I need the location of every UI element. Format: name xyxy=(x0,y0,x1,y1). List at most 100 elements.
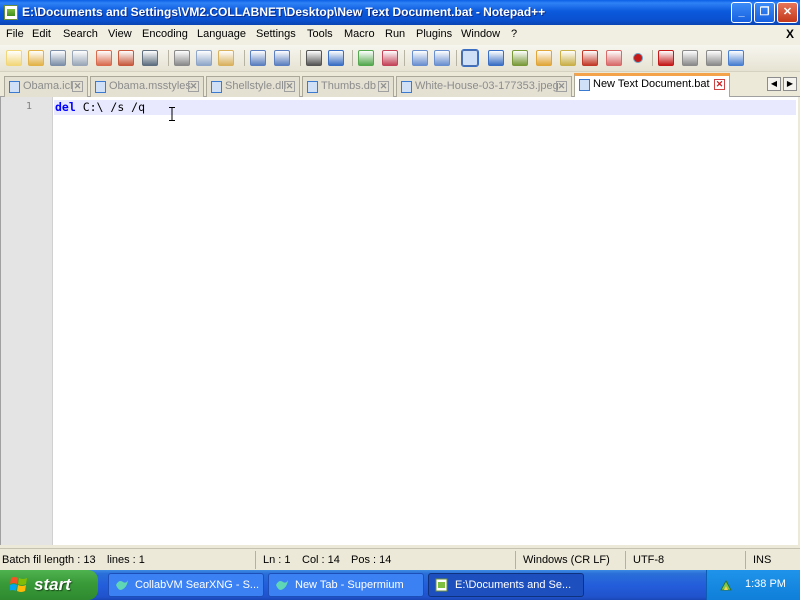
close-button[interactable]: ✕ xyxy=(777,2,798,23)
network-icon[interactable] xyxy=(719,578,733,592)
replace-icon[interactable] xyxy=(328,50,344,66)
monitoring-icon[interactable] xyxy=(606,50,622,66)
tab-new-text-document-bat[interactable]: New Text Document.bat ✕ xyxy=(574,73,730,97)
indent-guide-icon[interactable] xyxy=(512,50,528,66)
menu-help[interactable]: ? xyxy=(511,28,517,40)
run-macro-multiple-icon[interactable] xyxy=(706,50,722,66)
redo-icon[interactable] xyxy=(274,50,290,66)
file-icon xyxy=(95,81,106,93)
status-col: Col : 14 xyxy=(302,554,340,566)
status-separator xyxy=(625,551,626,569)
menu-edit[interactable]: Edit xyxy=(32,28,51,40)
close-all-icon[interactable] xyxy=(118,50,134,66)
supermium-icon xyxy=(116,580,128,590)
save-macro-icon[interactable] xyxy=(728,50,744,66)
undo-icon[interactable] xyxy=(250,50,266,66)
menu-language[interactable]: Language xyxy=(197,28,246,40)
menu-search[interactable]: Search xyxy=(63,28,98,40)
save-icon[interactable] xyxy=(50,50,66,66)
status-file-length: Batch fil length : 13 xyxy=(2,554,96,566)
menu-macro[interactable]: Macro xyxy=(344,28,375,40)
menu-plugins[interactable]: Plugins xyxy=(416,28,452,40)
menu-bar: File Edit Search View Encoding Language … xyxy=(0,25,800,45)
file-icon xyxy=(401,81,412,93)
save-all-icon[interactable] xyxy=(72,50,88,66)
taskbar-button-notepad[interactable]: E:\Documents and Se... xyxy=(428,573,584,597)
show-all-chars-icon[interactable] xyxy=(488,50,504,66)
stop-macro-icon[interactable] xyxy=(658,50,674,66)
toolbar-separator xyxy=(404,50,405,66)
tab-label: Thumbs.db xyxy=(321,80,377,92)
new-file-icon[interactable] xyxy=(6,50,22,66)
close-icon[interactable] xyxy=(96,50,112,66)
title-bar[interactable]: E:\Documents and Settings\VM2.COLLABNET\… xyxy=(0,0,800,25)
file-icon xyxy=(9,81,20,93)
tab-close-icon[interactable]: ✕ xyxy=(72,81,83,92)
tab-close-icon[interactable]: ✕ xyxy=(714,79,725,90)
toolbar-separator xyxy=(352,50,353,66)
clock[interactable]: 1:38 PM xyxy=(745,578,786,590)
cut-icon[interactable] xyxy=(174,50,190,66)
menu-run[interactable]: Run xyxy=(385,28,405,40)
command-args: C:\ /s /q xyxy=(75,100,146,114)
menu-window[interactable]: Window xyxy=(461,28,500,40)
function-list-icon[interactable] xyxy=(560,50,576,66)
copy-icon[interactable] xyxy=(196,50,212,66)
tab-bar: Obama.icl ✕ Obama.msstyles ✕ Shellstyle.… xyxy=(0,72,800,97)
folder-workspace-icon[interactable] xyxy=(582,50,598,66)
menu-file[interactable]: File xyxy=(6,28,24,40)
notepad-window: E:\Documents and Settings\VM2.COLLABNET\… xyxy=(0,0,800,570)
menu-tools[interactable]: Tools xyxy=(307,28,333,40)
tab-obama-icl[interactable]: Obama.icl ✕ xyxy=(4,76,88,97)
tab-white-house-jpeg[interactable]: White-House-03-177353.jpeg ✕ xyxy=(396,76,572,97)
paste-icon[interactable] xyxy=(218,50,234,66)
start-button[interactable]: start xyxy=(0,570,98,600)
line-number: 1 xyxy=(25,101,32,112)
taskbar-button-new-tab[interactable]: New Tab - Supermium xyxy=(268,573,424,597)
menu-view[interactable]: View xyxy=(108,28,132,40)
menu-settings[interactable]: Settings xyxy=(256,28,296,40)
word-wrap-icon[interactable] xyxy=(461,49,479,67)
editor-area[interactable]: 1 del C:\ /s /q xyxy=(0,97,798,545)
sync-vertical-icon[interactable] xyxy=(412,50,428,66)
tab-scroll-left-button[interactable]: ◀ xyxy=(767,77,781,91)
windows-logo-icon xyxy=(10,577,27,592)
record-macro-icon[interactable] xyxy=(633,53,643,63)
sync-horizontal-icon[interactable] xyxy=(434,50,450,66)
tab-close-icon[interactable]: ✕ xyxy=(378,81,389,92)
tab-thumbs-db[interactable]: Thumbs.db ✕ xyxy=(302,76,394,97)
keyword-del: del xyxy=(55,100,76,114)
status-encoding[interactable]: UTF-8 xyxy=(633,554,664,566)
doc-map-icon[interactable] xyxy=(536,50,552,66)
zoom-in-icon[interactable] xyxy=(358,50,374,66)
menu-encoding[interactable]: Encoding xyxy=(142,28,188,40)
status-eol[interactable]: Windows (CR LF) xyxy=(523,554,610,566)
task-label: E:\Documents and Se... xyxy=(455,579,572,591)
tab-obama-msstyles[interactable]: Obama.msstyles ✕ xyxy=(90,76,204,97)
play-macro-icon[interactable] xyxy=(682,50,698,66)
tab-scroll-right-button[interactable]: ▶ xyxy=(783,77,797,91)
code-line[interactable]: del C:\ /s /q xyxy=(55,100,145,115)
status-pos: Pos : 14 xyxy=(351,554,392,566)
zoom-out-icon[interactable] xyxy=(382,50,398,66)
text-cursor-icon xyxy=(169,107,175,121)
status-separator xyxy=(745,551,746,569)
find-icon[interactable] xyxy=(306,50,322,66)
toolbar-separator xyxy=(456,50,457,66)
close-document-button[interactable]: X xyxy=(786,27,794,41)
tab-close-icon[interactable]: ✕ xyxy=(188,81,199,92)
status-insert-mode[interactable]: INS xyxy=(753,554,771,566)
tab-close-icon[interactable]: ✕ xyxy=(556,81,567,92)
tab-label: New Text Document.bat xyxy=(593,78,710,90)
tab-shellstyle-dll[interactable]: Shellstyle.dll ✕ xyxy=(206,76,300,97)
taskbar: start CollabVM SearXNG - S... New Tab - … xyxy=(0,570,800,600)
minimize-button[interactable]: _ xyxy=(731,2,752,23)
print-icon[interactable] xyxy=(142,50,158,66)
maximize-button[interactable]: ❐ xyxy=(754,2,775,23)
current-line-highlight xyxy=(54,100,796,115)
taskbar-button-searxng[interactable]: CollabVM SearXNG - S... xyxy=(108,573,264,597)
tab-close-icon[interactable]: ✕ xyxy=(284,81,295,92)
supermium-icon xyxy=(276,580,288,590)
tab-label: Obama.icl xyxy=(23,80,73,92)
open-file-icon[interactable] xyxy=(28,50,44,66)
